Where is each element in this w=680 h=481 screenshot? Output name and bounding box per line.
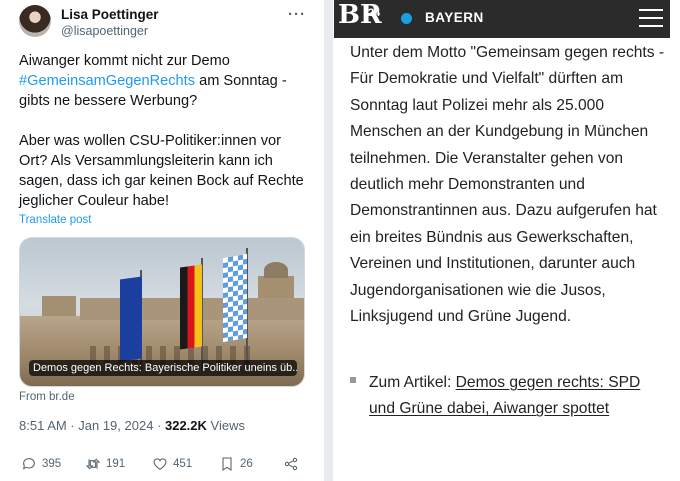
bavarian-flag — [223, 253, 247, 343]
hashtag-link[interactable]: #GemeinsamGegenRechts — [19, 73, 195, 89]
reply-button[interactable]: 395 — [21, 456, 61, 472]
repost-icon — [85, 458, 101, 470]
like-count: 451 — [173, 458, 193, 470]
tweet-text: Aiwanger kommt nicht zur Demo #Gemeinsam… — [19, 51, 311, 211]
repost-button[interactable]: 191 — [85, 456, 125, 472]
site-header: BR 24 BAYERN — [334, 0, 670, 38]
timestamp[interactable]: 8:51 AM · Jan 19, 2024 · — [19, 418, 165, 433]
card-caption: Demos gegen Rechts: Bayerische Politiker… — [29, 360, 297, 376]
reply-icon — [22, 458, 35, 470]
reply-count: 395 — [42, 458, 62, 470]
card-source[interactable]: From br.de — [19, 391, 75, 403]
eu-flag — [120, 276, 142, 362]
bookmark-icon — [222, 457, 232, 471]
related-article: Zum Artikel: Demos gegen rechts: SPD und… — [350, 370, 670, 423]
author-handle[interactable]: @lisapoettinger — [61, 24, 148, 38]
share-icon — [284, 457, 298, 471]
tweet-text-start: Aiwanger kommt nicht zur Demo — [19, 53, 230, 69]
br24-logo[interactable]: BR 24 — [338, 0, 382, 30]
bookmark-count: 26 — [240, 458, 253, 470]
heart-icon — [153, 458, 167, 470]
bookmark-button[interactable]: 26 — [219, 456, 253, 472]
related-article-text: Zum Artikel: Demos gegen rechts: SPD und… — [350, 370, 670, 423]
article-paragraph: Unter dem Motto "Gemeinsam gegen rechts … — [350, 44, 665, 326]
link-preview-card[interactable]: Demos gegen Rechts: Bayerische Politiker… — [19, 237, 305, 387]
german-flag — [180, 264, 202, 350]
repost-count: 191 — [106, 458, 126, 470]
translate-post-link[interactable]: Translate post — [19, 214, 91, 226]
article-panel: BR 24 BAYERN Unter dem Motto "Gemeinsam g… — [334, 0, 680, 481]
logo-superscript: 24 — [368, 7, 381, 19]
author-display-name[interactable]: Lisa Poettinger — [61, 7, 159, 22]
tweet-meta: 8:51 AM · Jan 19, 2024 · 322.2K Views — [19, 418, 245, 433]
tweet-text-end: am Sonntag - gibts ne bessere Werbung? A… — [19, 73, 304, 209]
like-button[interactable]: 451 — [152, 456, 192, 472]
hamburger-menu-icon[interactable] — [639, 9, 663, 27]
related-prefix: Zum Artikel: — [369, 374, 456, 391]
tweet-actions: 395 191 451 26 — [19, 456, 309, 476]
more-options-icon[interactable]: ··· — [288, 6, 306, 23]
share-button[interactable] — [283, 456, 299, 472]
live-dot-icon — [401, 13, 412, 24]
panel-divider — [324, 0, 333, 481]
views-label: Views — [206, 418, 245, 433]
views-count: 322.2K — [164, 418, 207, 433]
region-label[interactable]: BAYERN — [425, 10, 484, 25]
bullet-icon — [350, 377, 356, 383]
avatar[interactable] — [19, 5, 51, 37]
tweet-panel: Lisa Poettinger @lisapoettinger ··· Aiwa… — [0, 0, 322, 481]
